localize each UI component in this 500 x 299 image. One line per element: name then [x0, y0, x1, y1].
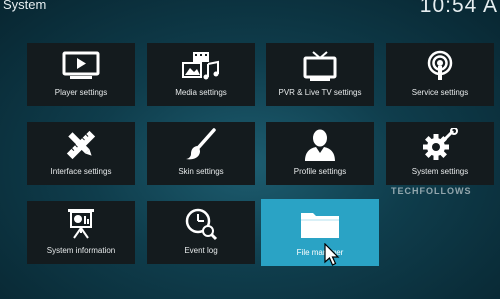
tv-antenna-icon	[266, 49, 374, 83]
clock-search-icon	[147, 207, 255, 241]
tile-interface-settings[interactable]: Interface settings	[27, 122, 135, 185]
tile-label: Media settings	[175, 88, 227, 97]
tile-label: File manager	[296, 248, 344, 257]
tile-service-settings[interactable]: Service settings	[386, 43, 494, 106]
monitor-play-icon	[27, 49, 135, 83]
tile-label: Service settings	[411, 88, 469, 97]
tile-label: System information	[46, 246, 116, 255]
watermark: TECHFOLLOWS	[391, 186, 472, 196]
tile-label: System settings	[411, 167, 469, 176]
tile-label: Event log	[184, 246, 218, 255]
podcast-icon	[386, 49, 494, 83]
tile-profile-settings[interactable]: Profile settings	[266, 122, 374, 185]
tile-label: Profile settings	[293, 167, 347, 176]
mouse-pointer-icon	[324, 242, 342, 272]
folder-icon	[261, 207, 379, 241]
presentation-icon	[27, 207, 135, 241]
tile-player-settings[interactable]: Player settings	[27, 43, 135, 106]
tile-event-log[interactable]: Event log	[147, 201, 255, 264]
window-title: System	[3, 0, 47, 12]
tile-file-manager[interactable]: File manager	[261, 199, 379, 266]
tile-label: Skin settings	[178, 167, 224, 176]
user-icon	[266, 128, 374, 162]
clock: 10:54 A	[419, 0, 498, 17]
tile-label: Interface settings	[50, 167, 112, 176]
tile-label: PVR & Live TV settings	[278, 88, 362, 97]
tile-skin-settings[interactable]: Skin settings	[147, 122, 255, 185]
pencil-ruler-icon	[27, 128, 135, 162]
tile-media-settings[interactable]: Media settings	[147, 43, 255, 106]
paintbrush-icon	[147, 128, 255, 162]
tile-pvr-live-tv-settings[interactable]: PVR & Live TV settings	[266, 43, 374, 106]
tile-label: Player settings	[54, 88, 108, 97]
gear-wrench-icon	[386, 128, 494, 162]
header-bar: System 10:54 A	[0, 0, 500, 17]
media-icon	[147, 49, 255, 83]
tile-system-settings[interactable]: System settings	[386, 122, 494, 185]
tile-system-information[interactable]: System information	[27, 201, 135, 264]
